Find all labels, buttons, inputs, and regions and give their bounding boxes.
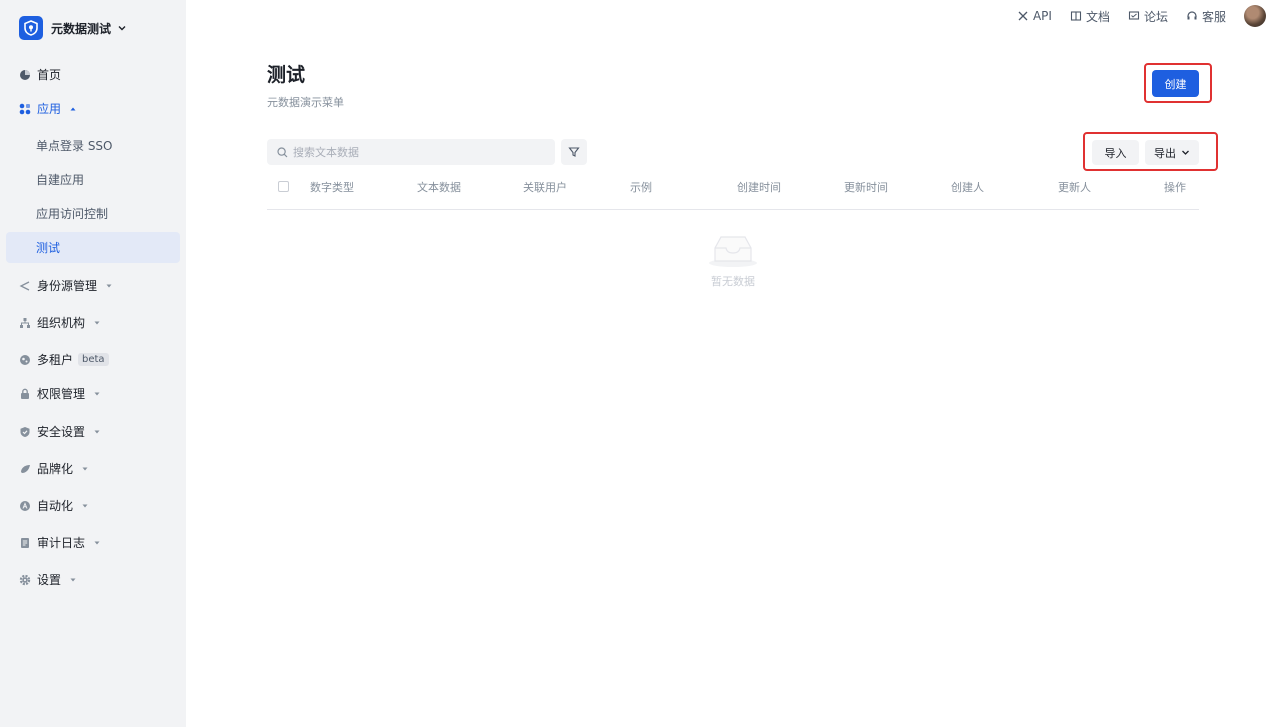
globe-icon <box>19 354 31 366</box>
book-icon <box>1070 11 1082 21</box>
sidebar-subitem-access-control[interactable]: 应用访问控制 <box>6 198 180 229</box>
forum-link-label: 论坛 <box>1143 9 1168 24</box>
search-input[interactable] <box>293 145 533 159</box>
caret-down-icon <box>94 541 100 544</box>
log-icon <box>19 537 31 549</box>
export-button-label: 导出 <box>1154 146 1176 160</box>
search-icon <box>277 146 288 157</box>
sidebar-item-label: 自动化 <box>37 499 74 513</box>
page-subtitle: 元数据演示菜单 <box>267 96 344 109</box>
sidebar-item-label: 首页 <box>37 68 62 82</box>
sidebar-item-label: 权限管理 <box>37 387 86 401</box>
sidebar-item-identity-source[interactable]: 身份源管理 <box>6 270 180 301</box>
sidebar-item-label: 组织机构 <box>37 316 86 330</box>
share-icon <box>19 280 31 292</box>
sidebar-item-org[interactable]: 组织机构 <box>6 307 180 338</box>
search-box[interactable] <box>267 139 555 165</box>
sidebar-item-apps[interactable]: 应用 <box>6 93 180 124</box>
sidebar: 元数据测试 首页 应用 单点登录 SSO 自建应用 应用访问控制 测试 身份源管… <box>0 0 186 727</box>
sidebar-subitem-sso[interactable]: 单点登录 SSO <box>6 130 180 161</box>
column-header[interactable]: 创建时间 <box>737 172 781 202</box>
empty-inbox-icon <box>709 236 757 267</box>
top-bar: API 文档 论坛 客服 <box>1017 5 1266 27</box>
workspace-name: 元数据测试 <box>51 21 112 36</box>
sidebar-item-label: 应用 <box>37 102 62 116</box>
table-header: 数字类型 文本数据 关联用户 示例 创建时间 更新时间 创建人 更新人 操作 <box>267 172 1199 210</box>
sidebar-item-label: 多租户 <box>37 353 74 367</box>
sidebar-item-settings[interactable]: 设置 <box>6 564 180 595</box>
sidebar-item-security[interactable]: 安全设置 <box>6 416 180 447</box>
caret-up-icon <box>70 107 76 110</box>
docs-link[interactable]: 文档 <box>1070 8 1110 25</box>
column-header: 操作 <box>1164 181 1186 194</box>
sidebar-item-audit[interactable]: 审计日志 <box>6 527 180 558</box>
column-header[interactable]: 更新人 <box>1058 172 1091 202</box>
sidebar-item-branding[interactable]: 品牌化 <box>6 453 180 484</box>
shield-logo-icon <box>19 16 43 40</box>
forum-link[interactable]: 论坛 <box>1128 8 1168 25</box>
sidebar-item-home[interactable]: 首页 <box>6 59 180 90</box>
brush-icon <box>19 463 31 475</box>
org-tree-icon <box>19 317 31 329</box>
sidebar-item-label: 设置 <box>37 573 62 587</box>
sidebar-subitem-custom-apps[interactable]: 自建应用 <box>6 164 180 195</box>
sidebar-item-label: 安全设置 <box>37 425 86 439</box>
beta-badge: beta <box>78 353 109 366</box>
page-title: 测试 <box>267 64 306 86</box>
chevron-down-icon <box>118 26 126 31</box>
gear-icon <box>19 574 31 586</box>
column-header[interactable]: 更新时间 <box>844 172 888 202</box>
lock-icon <box>19 388 31 400</box>
caret-down-icon <box>94 430 100 433</box>
forum-icon <box>1128 11 1140 20</box>
sidebar-item-label: 品牌化 <box>37 462 74 476</box>
docs-link-label: 文档 <box>1085 9 1110 24</box>
caret-down-icon <box>94 392 100 395</box>
column-header[interactable]: 创建人 <box>951 172 984 202</box>
filter-button[interactable] <box>561 139 587 165</box>
select-all-checkbox[interactable] <box>278 181 289 192</box>
import-button[interactable]: 导入 <box>1092 140 1139 165</box>
filter-icon <box>568 147 580 157</box>
sidebar-item-label: 审计日志 <box>37 536 86 550</box>
api-link-label: API <box>1032 9 1052 23</box>
support-link[interactable]: 客服 <box>1186 8 1226 25</box>
chevron-down-icon <box>1182 150 1189 155</box>
column-header[interactable]: 示例 <box>630 172 652 202</box>
shield-icon <box>19 426 31 438</box>
caret-down-icon <box>106 284 112 287</box>
caret-down-icon <box>70 578 76 581</box>
column-header[interactable]: 关联用户 <box>523 172 567 202</box>
sidebar-item-label: 身份源管理 <box>37 279 98 293</box>
workspace-switcher[interactable]: 元数据测试 <box>19 15 127 41</box>
caret-down-icon <box>94 321 100 324</box>
empty-state-text: 暂无数据 <box>711 275 755 288</box>
caret-down-icon <box>82 467 88 470</box>
column-header[interactable]: 文本数据 <box>417 172 461 202</box>
column-header[interactable]: 数字类型 <box>310 172 354 202</box>
export-button[interactable]: 导出 <box>1145 140 1199 165</box>
sidebar-item-tenant[interactable]: 多租户 beta <box>6 344 180 375</box>
automation-icon <box>19 500 31 512</box>
sidebar-subitem-label: 自建应用 <box>36 173 85 187</box>
empty-state: 暂无数据 <box>700 232 766 289</box>
api-link[interactable]: API <box>1017 9 1052 23</box>
sidebar-subitem-label: 单点登录 SSO <box>36 139 113 153</box>
sidebar-subitem-label: 应用访问控制 <box>36 207 109 221</box>
sidebar-item-permissions[interactable]: 权限管理 <box>6 378 180 409</box>
avatar[interactable] <box>1244 5 1266 27</box>
support-link-label: 客服 <box>1201 9 1226 24</box>
headset-icon <box>1187 11 1197 20</box>
api-icon <box>1018 11 1028 21</box>
create-button[interactable]: 创建 <box>1152 70 1199 97</box>
sidebar-subitem-label: 测试 <box>36 241 61 255</box>
sidebar-subitem-test[interactable]: 测试 <box>6 232 180 263</box>
pie-chart-icon <box>19 69 31 81</box>
caret-down-icon <box>82 504 88 507</box>
sidebar-item-automation[interactable]: 自动化 <box>6 490 180 521</box>
apps-icon <box>19 103 31 115</box>
